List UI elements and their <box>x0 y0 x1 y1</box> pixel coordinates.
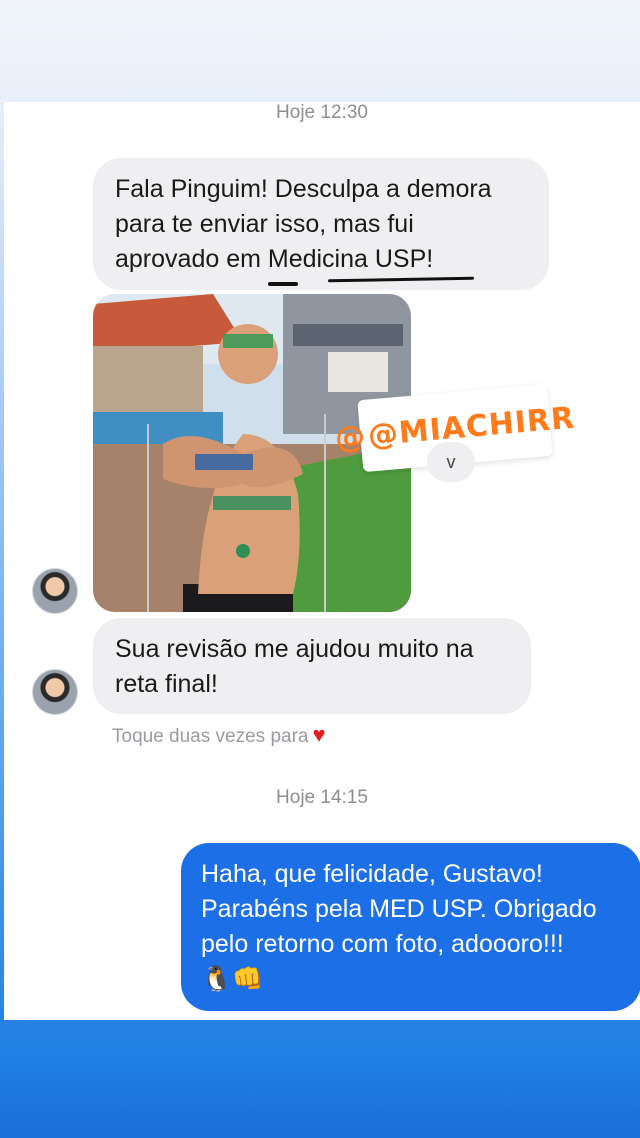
timestamp: Hoje 14:15 <box>276 787 368 808</box>
heart-icon[interactable]: ♥ <box>312 722 325 747</box>
message-line: aprovado em Medicina USP! <box>115 245 434 273</box>
handwritten-underline <box>268 282 298 286</box>
incoming-message[interactable]: Sua revisão me ajudou muito na reta fina… <box>93 618 531 714</box>
incoming-message[interactable]: Fala Pinguim! Desculpa a demora para te … <box>93 158 549 290</box>
outgoing-message[interactable]: Haha, que felicidade, Gustavo! Parabéns … <box>181 843 640 1011</box>
message-line: Haha, que felicidade, Gustavo! <box>201 860 543 888</box>
chat-thread: Hoje 12:30 Fala Pinguim! Desculpa a demo… <box>4 102 640 1020</box>
avatar[interactable] <box>32 669 78 715</box>
message-line: pelo retorno com foto, adoooro!!! <box>201 930 564 958</box>
message-line: reta final! <box>115 670 218 698</box>
message-line: Sua revisão me ajudou muito na <box>115 635 474 663</box>
message-line: Fala Pinguim! Desculpa a demora <box>115 175 492 203</box>
timestamp: Hoje 12:30 <box>276 102 368 123</box>
avatar[interactable] <box>32 568 78 614</box>
double-tap-hint: Toque duas vezes para ♥ <box>112 722 326 748</box>
message-line: Parabéns pela MED USP. Obrigado <box>201 895 597 923</box>
sticker-label: @MIACHIRR <box>366 400 577 454</box>
message-line: para te enviar isso, mas fui <box>115 210 414 238</box>
reaction-badge[interactable]: v <box>427 442 475 482</box>
emoji-line: 🐧👊 <box>201 965 264 993</box>
threads-icon: @ <box>333 418 368 456</box>
hint-text: Toque duas vezes para <box>112 726 309 747</box>
